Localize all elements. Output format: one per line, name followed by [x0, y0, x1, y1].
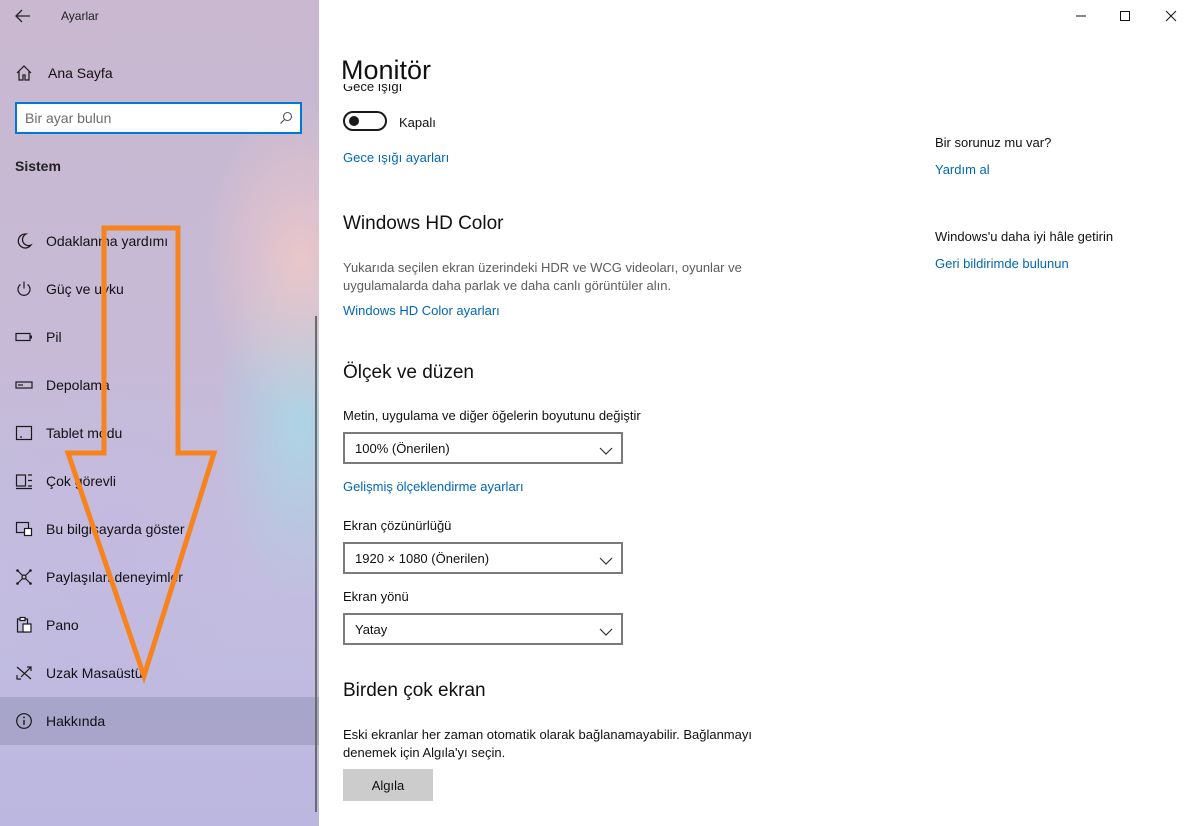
sidebar-item-tablet-mode[interactable]: Tablet modu	[0, 409, 319, 457]
scale-dropdown[interactable]: 100% (Önerilen)	[343, 432, 623, 464]
home-icon	[15, 64, 33, 82]
page-title: Monitör	[341, 55, 432, 85]
sidebar-item-home[interactable]: Ana Sayfa	[0, 56, 319, 90]
sidebar-item-label: Hakkında	[46, 713, 106, 729]
sidebar-item-label: Paylaşılan deneyimler	[46, 569, 183, 585]
detect-button[interactable]: Algıla	[343, 769, 433, 801]
back-arrow-icon[interactable]	[12, 6, 34, 26]
search-input[interactable]	[25, 109, 275, 127]
sidebar-item-power-sleep[interactable]: Güç ve uyku	[0, 265, 319, 313]
resolution-label: Ekran çözünürlüğü	[343, 518, 452, 533]
orientation-label: Ekran yönü	[343, 589, 409, 604]
get-help-link[interactable]: Yardım al	[935, 162, 990, 177]
help-question: Bir sorunuz mu var?	[935, 135, 1052, 150]
shared-experiences-icon	[15, 568, 33, 586]
resolution-dropdown-value: 1920 × 1080 (Önerilen)	[355, 551, 490, 566]
main-content: Monitör Gece ışığı Kapalı Gece ışığı aya…	[319, 0, 1195, 826]
scale-dropdown-value: 100% (Önerilen)	[355, 441, 450, 456]
moon-icon	[15, 232, 33, 250]
power-icon	[15, 280, 33, 298]
sidebar-item-remote-desktop[interactable]: Uzak Masaüstü	[0, 649, 319, 697]
sidebar-item-clipboard[interactable]: Pano	[0, 601, 319, 649]
sidebar-item-label: Depolama	[46, 377, 110, 393]
info-icon	[15, 712, 33, 730]
battery-icon	[15, 328, 33, 346]
sidebar-item-label: Güç ve uyku	[46, 281, 124, 297]
sidebar: Ayarlar Ana Sayfa Sistem Odaklanma yardı…	[0, 0, 319, 826]
project-icon	[15, 520, 33, 538]
sidebar-item-label: Pil	[46, 329, 62, 345]
night-light-settings-link[interactable]: Gece ışığı ayarları	[343, 150, 449, 165]
sidebar-item-focus-assist[interactable]: Odaklanma yardımı	[0, 217, 319, 265]
app-title: Ayarlar	[61, 9, 99, 23]
sidebar-item-multitasking[interactable]: Çok görevli	[0, 457, 319, 505]
sidebar-item-label: Uzak Masaüstü	[46, 665, 143, 681]
sidebar-item-battery[interactable]: Pil	[0, 313, 319, 361]
scale-layout-heading: Ölçek ve düzen	[343, 362, 474, 383]
chevron-down-icon	[599, 443, 613, 455]
sidebar-scrollbar[interactable]	[315, 316, 317, 812]
sidebar-item-project[interactable]: Bu bilgisayarda göster	[0, 505, 319, 553]
hdr-description: Yukarıda seçilen ekran üzerindeki HDR ve…	[343, 260, 742, 293]
chevron-down-icon	[599, 553, 613, 565]
multiple-displays-description: Eski ekranlar her zaman otomatik olarak …	[343, 727, 752, 760]
title-bar-left: Ayarlar	[0, 0, 319, 32]
night-light-state: Kapalı	[399, 115, 436, 130]
toggle-knob	[349, 116, 359, 126]
maximize-icon[interactable]	[1113, 4, 1137, 28]
hdr-heading: Windows HD Color	[343, 213, 504, 234]
sidebar-item-label: Odaklanma yardımı	[46, 233, 169, 249]
sidebar-item-label: Pano	[46, 617, 79, 633]
remote-desktop-icon	[15, 664, 33, 682]
sidebar-item-shared-experiences[interactable]: Paylaşılan deneyimler	[0, 553, 319, 601]
tablet-icon	[15, 424, 33, 442]
sidebar-item-label: Tablet modu	[46, 425, 123, 441]
multitasking-icon	[15, 472, 33, 490]
window-controls	[1055, 0, 1195, 32]
sidebar-item-storage[interactable]: Depolama	[0, 361, 319, 409]
section-title: Sistem	[15, 158, 61, 174]
sidebar-item-label: Bu bilgisayarda göster	[46, 521, 185, 537]
close-icon[interactable]	[1159, 4, 1183, 28]
search-icon[interactable]	[279, 111, 293, 125]
give-feedback-link[interactable]: Geri bildirimde bulunun	[935, 256, 1069, 271]
sidebar-item-label: Çok görevli	[46, 473, 117, 489]
sidebar-item-label: Ana Sayfa	[48, 65, 113, 81]
hdr-settings-link[interactable]: Windows HD Color ayarları	[343, 303, 500, 318]
storage-icon	[15, 376, 33, 394]
resolution-dropdown[interactable]: 1920 × 1080 (Önerilen)	[343, 542, 623, 574]
night-light-label: Gece ışığı	[343, 84, 403, 94]
sidebar-item-about[interactable]: Hakkında	[0, 697, 319, 745]
scale-size-label: Metin, uygulama ve diğer öğelerin boyutu…	[343, 408, 641, 423]
clipboard-icon	[15, 616, 33, 634]
orientation-dropdown-value: Yatay	[355, 622, 388, 637]
search-field[interactable]	[15, 102, 302, 134]
night-light-toggle[interactable]	[343, 111, 387, 131]
improve-windows-text: Windows'u daha iyi hâle getirin	[935, 229, 1114, 244]
chevron-down-icon	[599, 624, 613, 636]
advanced-scaling-link[interactable]: Gelişmiş ölçeklendirme ayarları	[343, 479, 524, 494]
minimize-icon[interactable]	[1069, 4, 1093, 28]
orientation-dropdown[interactable]: Yatay	[343, 613, 623, 645]
multiple-displays-heading: Birden çok ekran	[343, 680, 486, 701]
